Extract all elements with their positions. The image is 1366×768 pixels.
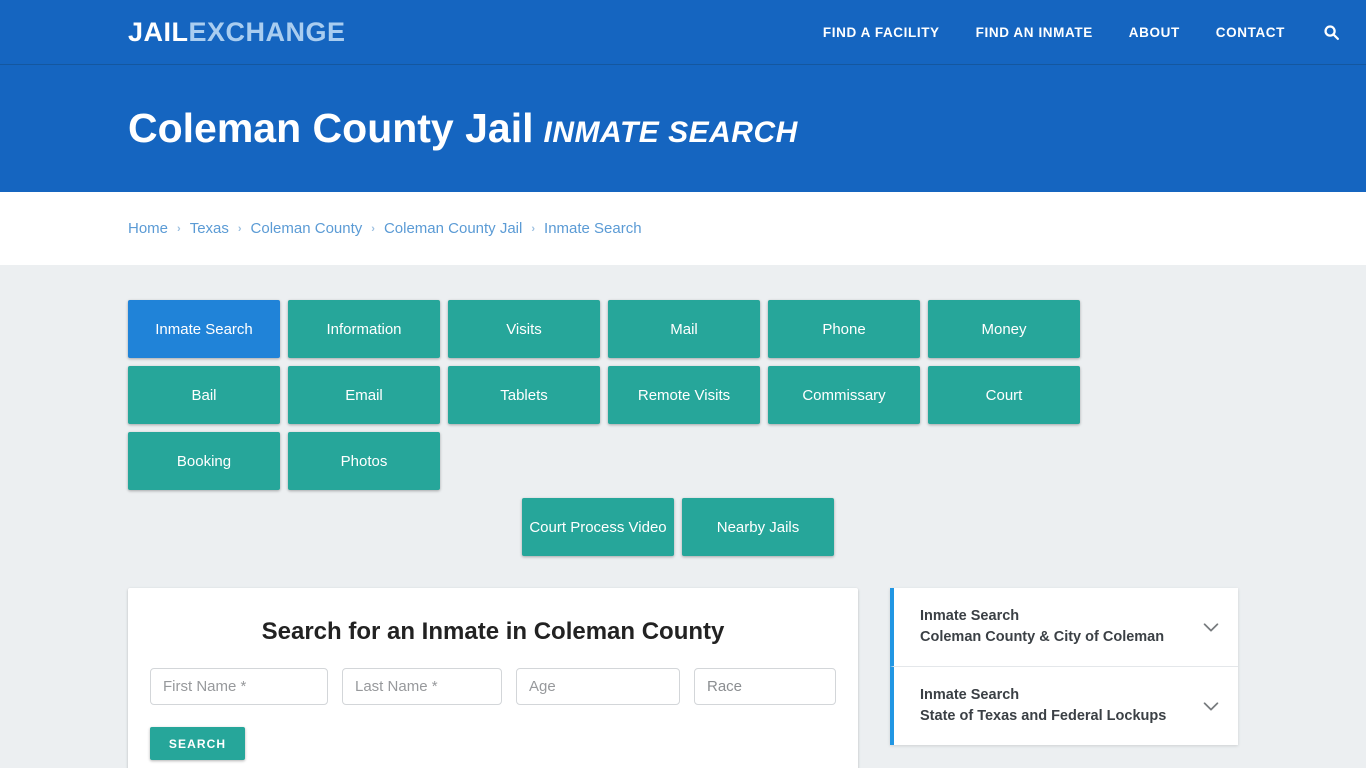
accordion-item-coleman-county[interactable]: Inmate Search Coleman County & City of C… xyxy=(890,588,1238,667)
lower-section: Search for an Inmate in Coleman County R… xyxy=(128,588,1238,768)
last-name-input[interactable] xyxy=(342,668,502,705)
breadcrumb-separator-icon: › xyxy=(177,222,181,235)
left-column: Search for an Inmate in Coleman County R… xyxy=(128,588,858,768)
tab-phone[interactable]: Phone xyxy=(768,300,920,358)
first-name-input[interactable] xyxy=(150,668,328,705)
accordion-item-text: Inmate Search Coleman County & City of C… xyxy=(920,606,1190,648)
race-select[interactable]: Race xyxy=(694,668,836,705)
breadcrumb-item-texas[interactable]: Texas xyxy=(190,220,229,237)
accordion-item-title: Inmate Search xyxy=(920,687,1020,704)
main-navigation: FIND A FACILITY FIND AN INMATE ABOUT CON… xyxy=(805,24,1346,41)
breadcrumb-item-coleman-county[interactable]: Coleman County xyxy=(251,220,363,237)
nav-item-about[interactable]: ABOUT xyxy=(1111,25,1198,40)
logo-primary: JAIL xyxy=(128,16,189,47)
tab-nearby-jails[interactable]: Nearby Jails xyxy=(682,498,834,556)
accordion-item-subtitle: Coleman County & City of Coleman xyxy=(920,629,1165,646)
tab-tablets[interactable]: Tablets xyxy=(448,366,600,424)
age-input[interactable] xyxy=(516,668,680,705)
tab-court[interactable]: Court xyxy=(928,366,1080,424)
tab-mail[interactable]: Mail xyxy=(608,300,760,358)
tab-visits[interactable]: Visits xyxy=(448,300,600,358)
page-title: Coleman County Jail INMATE SEARCH xyxy=(128,108,798,149)
search-fields: Race xyxy=(150,668,836,705)
nav-item-find-an-inmate[interactable]: FIND AN INMATE xyxy=(958,25,1111,40)
breadcrumb-item-inmate-search[interactable]: Inmate Search xyxy=(544,220,642,237)
breadcrumb-separator-icon: › xyxy=(237,222,242,235)
accordion-item-text: Inmate Search State of Texas and Federal… xyxy=(920,685,1190,727)
accordion-item-title: Inmate Search xyxy=(920,608,1020,624)
inmate-search-card: Search for an Inmate in Coleman County R… xyxy=(128,588,858,768)
chevron-down-icon[interactable] xyxy=(1200,616,1222,638)
breadcrumb-item-coleman-county-jail[interactable]: Coleman County Jail xyxy=(384,220,522,237)
search-icon[interactable] xyxy=(1303,24,1346,41)
tab-court-process-video[interactable]: Court Process Video xyxy=(522,498,674,556)
tab-information[interactable]: Information xyxy=(288,300,440,358)
accordion-item-subtitle: State of Texas and Federal Lockups xyxy=(920,708,1167,725)
main-content: Inmate Search Information Visits Mail Ph… xyxy=(0,265,1366,768)
section-tabs: Inmate Search Information Visits Mail Ph… xyxy=(128,300,1228,490)
section-tabs-row-3: Court Process Video Nearby Jails xyxy=(128,498,1228,556)
inmate-search-accordion: Inmate Search Coleman County & City of C… xyxy=(890,588,1238,746)
site-logo[interactable]: JAILEXCHANGE xyxy=(128,16,346,47)
nav-item-find-a-facility[interactable]: FIND A FACILITY xyxy=(805,25,958,40)
logo-secondary: EXCHANGE xyxy=(188,16,346,47)
nav-item-contact[interactable]: CONTACT xyxy=(1198,25,1303,40)
hero-banner: Coleman County Jail INMATE SEARCH xyxy=(0,65,1366,192)
page-title-sub: INMATE SEARCH xyxy=(543,116,798,149)
search-form-heading: Search for an Inmate in Coleman County xyxy=(261,618,725,645)
page-title-main: Coleman County Jail xyxy=(128,105,534,151)
breadcrumb-bar: Home › Texas › Coleman County › Coleman … xyxy=(0,192,1366,265)
breadcrumb: Home › Texas › Coleman County › Coleman … xyxy=(128,220,642,237)
tab-commissary[interactable]: Commissary xyxy=(768,366,920,424)
tab-email[interactable]: Email xyxy=(288,366,440,424)
tab-money[interactable]: Money xyxy=(928,300,1080,358)
chevron-down-icon[interactable] xyxy=(1200,695,1222,717)
search-button[interactable]: SEARCH xyxy=(150,727,245,760)
tab-booking[interactable]: Booking xyxy=(128,432,280,490)
tab-inmate-search[interactable]: Inmate Search xyxy=(128,300,280,358)
tab-bail[interactable]: Bail xyxy=(128,366,280,424)
breadcrumb-separator-icon: › xyxy=(531,222,536,235)
right-column: Inmate Search Coleman County & City of C… xyxy=(890,588,1238,746)
accordion-item-state-of-texas[interactable]: Inmate Search State of Texas and Federal… xyxy=(890,666,1238,746)
site-header: JAILEXCHANGE FIND A FACILITY FIND AN INM… xyxy=(0,0,1366,65)
tab-photos[interactable]: Photos xyxy=(288,432,440,490)
tab-remote-visits[interactable]: Remote Visits xyxy=(608,366,760,424)
breadcrumb-separator-icon: › xyxy=(371,222,375,235)
breadcrumb-item-home[interactable]: Home xyxy=(128,220,168,237)
